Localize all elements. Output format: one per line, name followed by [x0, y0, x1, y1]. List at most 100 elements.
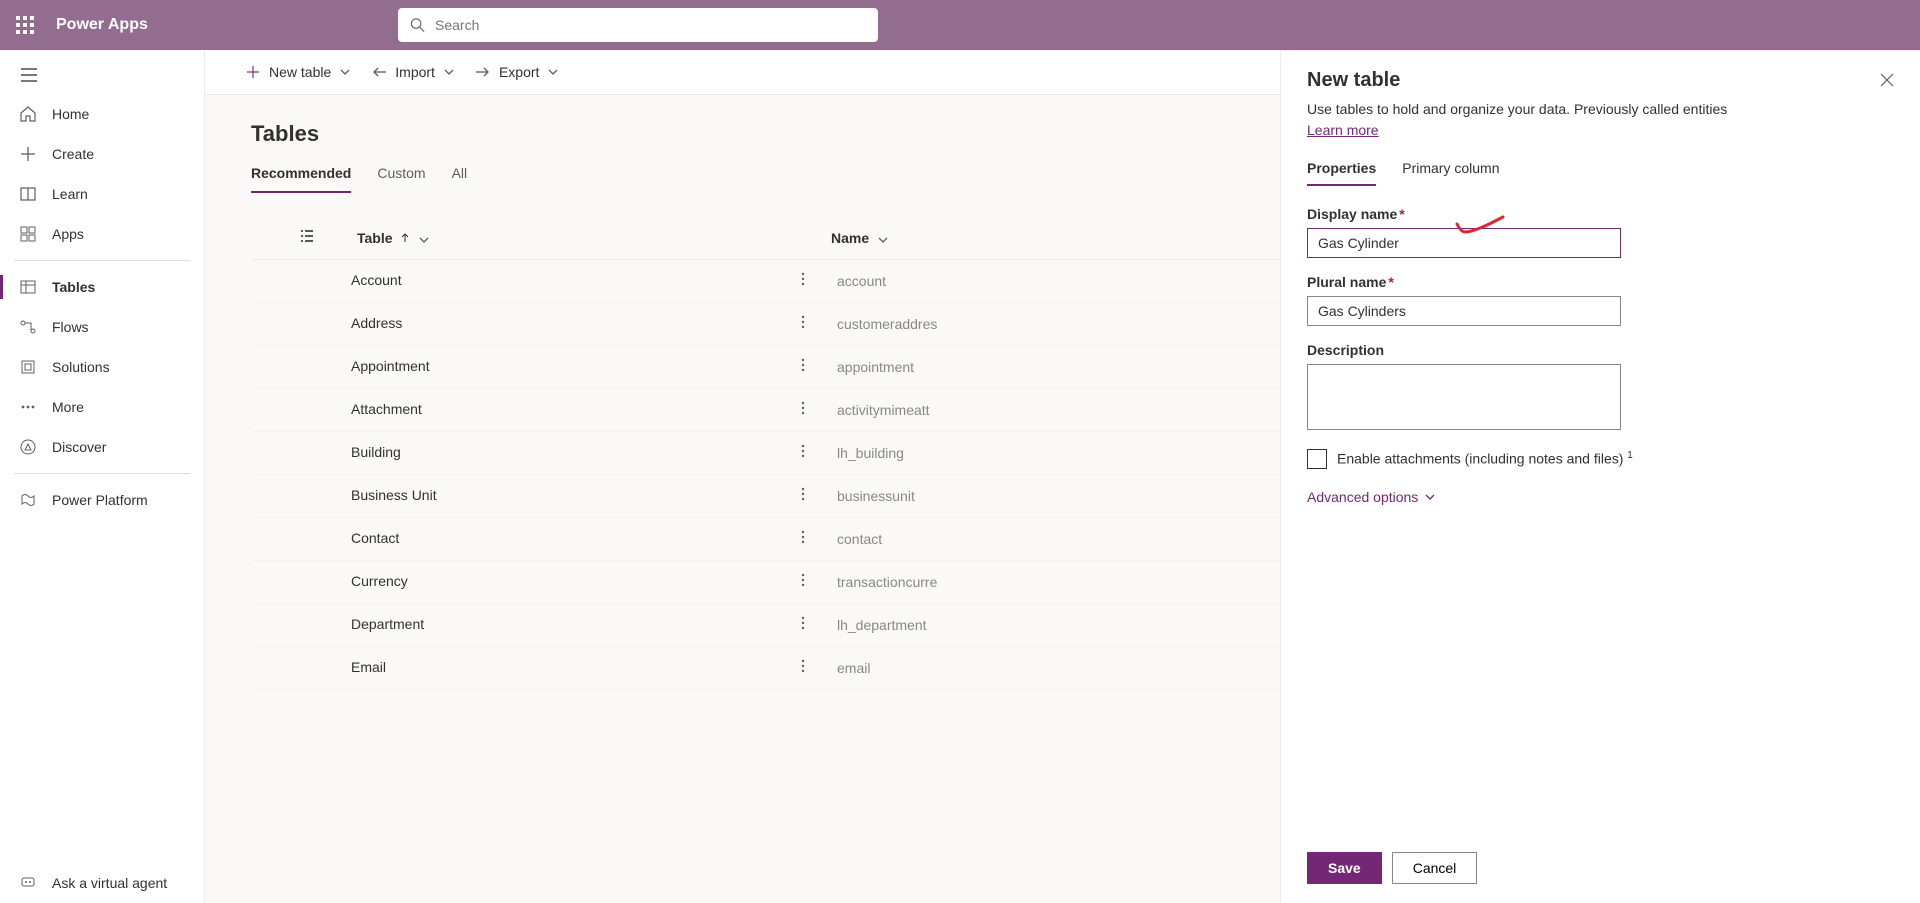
close-button[interactable]: [1872, 65, 1902, 95]
cmd-label: Export: [499, 64, 539, 80]
nav-label: Ask a virtual agent: [52, 875, 167, 891]
nav-create[interactable]: Create: [0, 134, 204, 174]
more-vertical-icon: [801, 444, 805, 458]
nav-apps[interactable]: Apps: [0, 214, 204, 254]
row-table-name: Building: [351, 444, 401, 460]
advanced-options-label: Advanced options: [1307, 489, 1418, 505]
row-menu-button[interactable]: [801, 616, 831, 633]
row-menu-button[interactable]: [801, 573, 831, 590]
list-icon: [299, 228, 315, 244]
new-table-button[interactable]: New table: [235, 50, 361, 94]
nav-label: Home: [52, 106, 89, 122]
save-button[interactable]: Save: [1307, 852, 1382, 884]
tab-primary-column[interactable]: Primary column: [1402, 160, 1499, 186]
chevron-down-icon: [443, 66, 455, 78]
chevron-down-icon: [418, 233, 430, 245]
home-icon: [18, 104, 38, 124]
nav-label: Apps: [52, 226, 84, 242]
plus-icon: [245, 64, 261, 80]
column-header-table[interactable]: Table: [351, 217, 831, 259]
panel-body: New table Use tables to hold and organiz…: [1281, 51, 1920, 845]
advanced-options-toggle[interactable]: Advanced options: [1307, 489, 1436, 505]
new-table-panel: New table Use tables to hold and organiz…: [1280, 50, 1920, 903]
search-box[interactable]: [398, 8, 878, 42]
nav-flows[interactable]: Flows: [0, 307, 204, 347]
nav-label: Create: [52, 146, 94, 162]
waffle-icon: [16, 16, 34, 34]
column-label: Table: [357, 230, 393, 246]
book-icon: [18, 184, 38, 204]
field-display-name: Display name*: [1307, 206, 1621, 258]
nav-power-platform[interactable]: Power Platform: [0, 480, 204, 520]
nav-home[interactable]: Home: [0, 94, 204, 134]
row-table-name: Account: [351, 272, 402, 288]
nav-learn[interactable]: Learn: [0, 174, 204, 214]
more-vertical-icon: [801, 616, 805, 630]
row-menu-button[interactable]: [801, 659, 831, 676]
row-menu-button[interactable]: [801, 487, 831, 504]
flows-icon: [18, 317, 38, 337]
row-menu-button[interactable]: [801, 358, 831, 375]
enable-attachments-checkbox[interactable]: Enable attachments (including notes and …: [1307, 449, 1894, 469]
tab-properties[interactable]: Properties: [1307, 160, 1376, 186]
search-input[interactable]: [435, 8, 866, 42]
cancel-button[interactable]: Cancel: [1392, 852, 1478, 884]
more-vertical-icon: [801, 487, 805, 501]
row-menu-button[interactable]: [801, 444, 831, 461]
top-bar: Power Apps: [0, 0, 1920, 50]
nav-label: Learn: [52, 186, 88, 202]
nav-more[interactable]: More: [0, 387, 204, 427]
description-label: Description: [1307, 342, 1621, 358]
nav-discover[interactable]: Discover: [0, 427, 204, 467]
nav-label: Flows: [52, 319, 89, 335]
tab-all[interactable]: All: [452, 165, 468, 193]
row-table-name: Contact: [351, 530, 399, 546]
row-menu-button[interactable]: [801, 530, 831, 547]
row-menu-button[interactable]: [801, 401, 831, 418]
import-button[interactable]: Import: [361, 50, 465, 94]
nav-solutions[interactable]: Solutions: [0, 347, 204, 387]
row-table-name: Business Unit: [351, 487, 437, 503]
display-name-input[interactable]: [1307, 228, 1621, 258]
view-selector-column[interactable]: [251, 217, 351, 259]
row-table-name: Attachment: [351, 401, 422, 417]
chevron-down-icon: [1424, 491, 1436, 503]
field-description: Description: [1307, 342, 1621, 433]
nav-collapse-button[interactable]: [0, 56, 204, 94]
import-icon: [371, 64, 387, 80]
search-icon: [410, 17, 425, 33]
grid-icon: [18, 224, 38, 244]
field-plural-name: Plural name*: [1307, 274, 1621, 326]
side-nav: Home Create Learn Apps Tables Flows Solu…: [0, 50, 205, 903]
row-table-name: Address: [351, 315, 402, 331]
tab-recommended[interactable]: Recommended: [251, 165, 351, 193]
plural-name-label: Plural name*: [1307, 274, 1621, 290]
row-table-name: Appointment: [351, 358, 430, 374]
export-button[interactable]: Export: [465, 50, 569, 94]
app-launcher-button[interactable]: [8, 8, 42, 42]
panel-footer: Save Cancel: [1281, 845, 1920, 903]
learn-more-link[interactable]: Learn more: [1307, 122, 1379, 138]
tab-custom[interactable]: Custom: [377, 165, 425, 193]
row-menu-button[interactable]: [801, 315, 831, 332]
export-icon: [475, 64, 491, 80]
close-icon: [1880, 73, 1894, 87]
panel-tabs: Properties Primary column: [1307, 160, 1894, 186]
nav-label: Discover: [52, 439, 106, 455]
cmd-label: New table: [269, 64, 331, 80]
nav-tables[interactable]: Tables: [0, 267, 204, 307]
row-table-name: Department: [351, 616, 424, 632]
nav-ask-agent[interactable]: Ask a virtual agent: [0, 863, 204, 903]
shell: Home Create Learn Apps Tables Flows Solu…: [0, 50, 1920, 903]
compass-icon: [18, 437, 38, 457]
nav-separator: [14, 473, 190, 474]
platform-icon: [18, 490, 38, 510]
row-table-name: Currency: [351, 573, 408, 589]
more-vertical-icon: [801, 272, 805, 286]
more-vertical-icon: [801, 358, 805, 372]
column-label: Name: [831, 230, 869, 246]
plural-name-input[interactable]: [1307, 296, 1621, 326]
description-input[interactable]: [1307, 364, 1621, 430]
row-menu-button[interactable]: [801, 272, 831, 289]
nav-label: Power Platform: [52, 492, 148, 508]
